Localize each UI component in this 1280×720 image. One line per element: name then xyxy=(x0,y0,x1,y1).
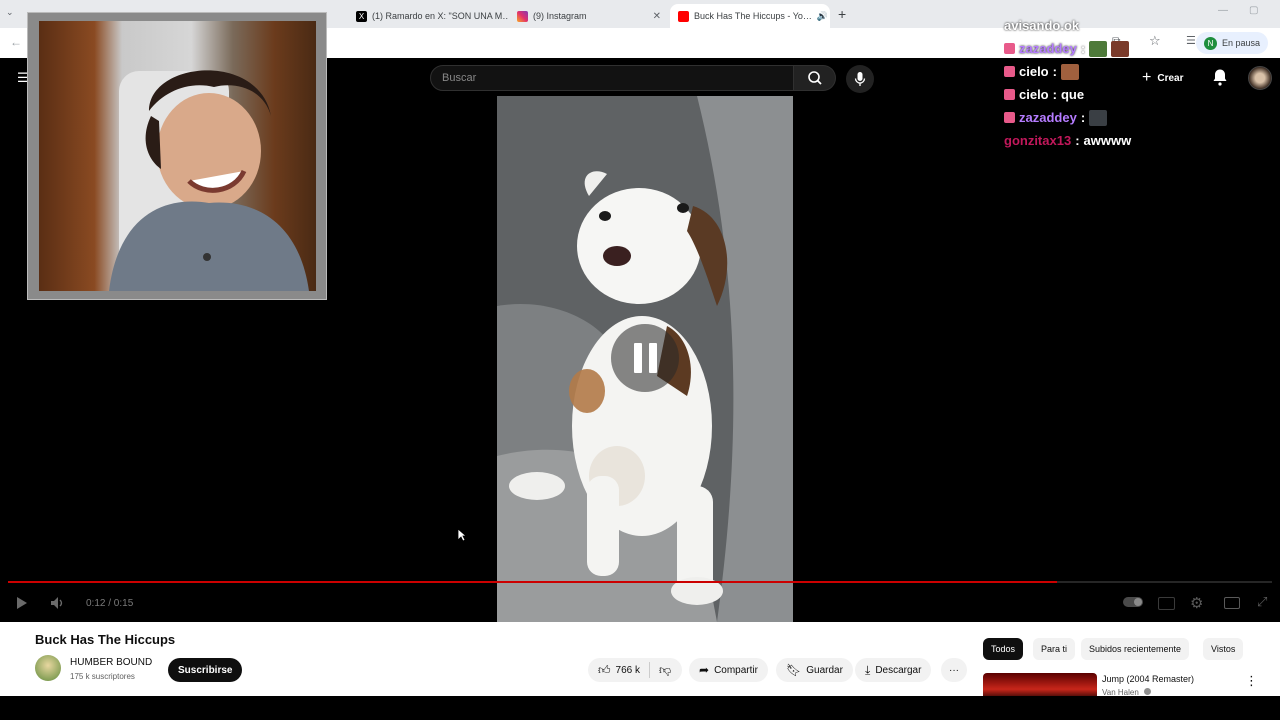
chat-colon: : xyxy=(1052,64,1057,79)
pencil-badge-icon xyxy=(1004,89,1015,100)
save-button[interactable]: 🔖︎ Guardar xyxy=(776,658,853,682)
chip-para-ti[interactable]: Para ti xyxy=(1033,638,1076,660)
tab-label: (1) Ramardo en X: "SON UNA M… xyxy=(372,11,508,21)
subscriber-count: 175 k suscriptores xyxy=(70,672,135,681)
subtitles-icon[interactable] xyxy=(1158,597,1175,610)
speaker-icon[interactable]: 🔊 xyxy=(817,11,828,22)
chat-username: cielo xyxy=(1019,87,1049,102)
save-label: Guardar xyxy=(806,664,843,676)
play-icon[interactable] xyxy=(16,596,28,610)
chat-colon: : xyxy=(1080,41,1086,56)
tab-label: Buck Has The Hiccups - Yo… xyxy=(694,11,812,21)
chat-message: avisando.ok xyxy=(1004,14,1280,37)
heart-badge-icon xyxy=(1004,112,1015,123)
divider xyxy=(649,662,651,678)
like-icon[interactable]: 👍︎ xyxy=(598,663,611,678)
chip-vistos[interactable]: Vistos xyxy=(1203,638,1244,660)
related-video-title[interactable]: Jump (2004 Remaster) xyxy=(1102,674,1194,684)
back-icon[interactable]: ← xyxy=(10,35,22,49)
chat-colon: : xyxy=(1052,87,1057,102)
chat-message: cielo: que xyxy=(1004,83,1280,106)
search-icon xyxy=(807,71,822,85)
like-dislike-group: 👍︎ 766 k 👎︎ xyxy=(588,658,682,682)
like-count[interactable]: 766 k xyxy=(616,665,640,676)
download-label: Descargar xyxy=(875,664,922,676)
chat-username: zazaddey xyxy=(1019,110,1077,125)
microphone-icon xyxy=(854,72,866,86)
chat-colon: : xyxy=(1075,133,1080,148)
pause-icon-bar-left xyxy=(633,343,642,373)
time-display: 0:12 / 0:15 xyxy=(86,598,134,609)
dislike-icon[interactable]: 👎︎ xyxy=(659,663,671,678)
pencil-badge-icon xyxy=(1004,66,1015,77)
instagram-icon xyxy=(517,10,528,22)
new-tab-button[interactable]: + xyxy=(838,6,846,22)
stream-chat-overlay: avisando.ok zazaddey: cielo: cielo: que … xyxy=(1004,14,1280,152)
heart-badge-icon xyxy=(1004,43,1015,54)
chat-username: cielo xyxy=(1019,64,1049,79)
progress-bar-fill xyxy=(8,581,1058,583)
browser-tab-2[interactable]: (9) Instagram ✕ xyxy=(509,4,669,28)
channel-name[interactable]: HUMBER BOUND xyxy=(70,657,152,668)
streamer-webcam-image xyxy=(109,70,309,291)
chat-text: awwww xyxy=(1083,133,1132,148)
theater-mode-icon[interactable] xyxy=(1224,597,1240,609)
emote-icon xyxy=(1089,40,1108,57)
video-title: Buck Has The Hiccups xyxy=(35,632,176,647)
volume-icon[interactable] xyxy=(50,596,66,610)
chat-username: gonzitax13 xyxy=(1004,133,1072,148)
browser-tab-1[interactable]: X (1) Ramardo en X: "SON UNA M… ✕ xyxy=(348,4,508,28)
emote-icon xyxy=(1111,40,1130,57)
verified-icon xyxy=(1144,688,1151,695)
chip-todos[interactable]: Todos xyxy=(983,638,1024,660)
chat-username: avisando.ok xyxy=(1004,18,1080,33)
tab-label: (9) Instagram xyxy=(533,11,587,21)
share-arrow-icon: ➦ xyxy=(699,663,710,677)
x-logo-icon: X xyxy=(356,10,367,22)
share-button[interactable]: ➦ Compartir xyxy=(689,658,768,682)
channel-avatar[interactable] xyxy=(35,655,61,681)
chat-message: cielo: xyxy=(1004,60,1280,83)
more-actions-button[interactable]: ··· xyxy=(941,658,967,682)
download-icon: ⤓ xyxy=(865,662,871,677)
progress-bar[interactable] xyxy=(8,581,1272,583)
fullscreen-icon[interactable]: ⤢ xyxy=(1257,594,1267,610)
chip-subidos-recientemente[interactable]: Subidos recientemente xyxy=(1081,638,1190,660)
search-input[interactable]: Buscar xyxy=(430,65,794,91)
autoplay-toggle-icon[interactable] xyxy=(1123,597,1143,607)
tab-list-icon[interactable]: ⌄ xyxy=(6,7,14,18)
related-video-menu-icon[interactable]: ⋮ xyxy=(1245,673,1258,689)
chat-message: zazaddey: xyxy=(1004,106,1280,129)
youtube-icon xyxy=(678,10,689,22)
webcam-feed xyxy=(39,21,316,291)
chat-text: que xyxy=(1060,87,1085,102)
emote-icon xyxy=(1060,63,1079,80)
chat-colon: : xyxy=(1080,110,1086,125)
subscribe-button[interactable]: Suscribirse xyxy=(168,658,243,682)
bookmark-icon: 🔖︎ xyxy=(786,663,802,677)
browser-tab-active[interactable]: Buck Has The Hiccups - Yo… 🔊 ✕ xyxy=(670,4,830,28)
chat-message: zazaddey: xyxy=(1004,37,1280,60)
share-label: Compartir xyxy=(714,664,758,676)
mouse-cursor-icon xyxy=(457,528,467,542)
close-icon[interactable]: ✕ xyxy=(653,11,661,22)
pause-icon-bar-right xyxy=(648,343,657,373)
emote-icon xyxy=(1089,109,1108,126)
search-button[interactable] xyxy=(794,65,836,91)
chat-message: gonzitax13: awwww xyxy=(1004,129,1280,152)
chat-username: zazaddey xyxy=(1019,41,1077,56)
pause-overlay-button[interactable] xyxy=(611,324,679,392)
bottom-strip xyxy=(0,696,1280,720)
download-button[interactable]: ⤓ Descargar xyxy=(855,658,932,682)
voice-search-button[interactable] xyxy=(846,65,874,93)
settings-gear-icon[interactable]: ⚙ xyxy=(1190,594,1203,612)
